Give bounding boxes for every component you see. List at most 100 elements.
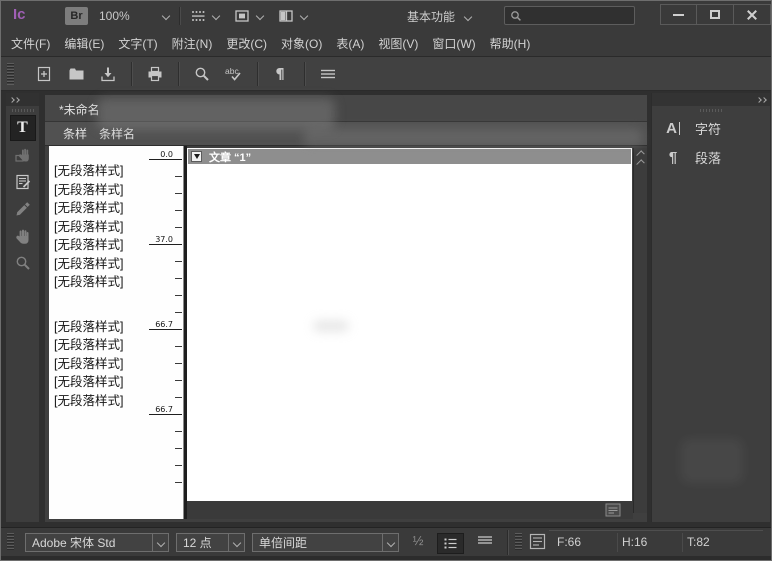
minimize-button[interactable] — [660, 4, 697, 25]
view-tab-bar: 条样条样名 — [45, 122, 647, 146]
story-title: 文章 “1” — [209, 149, 251, 165]
minimize-icon — [673, 14, 684, 16]
count-field: T:82 — [683, 533, 748, 552]
document-tab[interactable]: *未命名 — [59, 101, 100, 118]
collapse-dock-icon — [757, 98, 766, 102]
window-controls — [660, 4, 771, 25]
character-panel-label: 字符 — [695, 119, 721, 138]
statusbar-menu-button[interactable] — [475, 533, 495, 547]
right-panel-grip[interactable] — [700, 109, 722, 112]
screen-mode-icon — [233, 7, 251, 25]
close-button[interactable] — [734, 4, 771, 25]
position-tool-button[interactable] — [6, 141, 39, 168]
ruler-minor-tick — [175, 261, 182, 262]
workspace-switcher[interactable]: 基本功能 — [407, 8, 471, 25]
new-document-button[interactable] — [30, 60, 58, 88]
paragraph-panel-label: 段落 — [695, 148, 721, 167]
toolbar-separator — [131, 62, 132, 86]
story-editor-area[interactable]: 文章 “1” — [187, 148, 632, 501]
vertical-scrollbar[interactable] — [633, 148, 647, 513]
statusbar-grip[interactable] — [515, 533, 522, 551]
spell-check-icon: abc — [224, 65, 244, 83]
paragraph-style-column: [无段落样式][无段落样式][无段落样式][无段落样式][无段落样式][无段落样… — [49, 146, 184, 519]
menu-item[interactable]: 编辑(E) — [64, 35, 104, 52]
view-tab[interactable]: 条样名 — [99, 125, 135, 142]
spell-check-button[interactable]: abc — [220, 60, 248, 88]
toolbar-menu-button[interactable] — [314, 60, 342, 88]
maximize-button[interactable] — [697, 4, 734, 25]
save-button[interactable] — [94, 60, 122, 88]
count-field: F:66 — [553, 533, 618, 552]
font-family-select[interactable]: Adobe 宋体 Std — [25, 533, 169, 552]
menu-icon — [319, 65, 337, 83]
ruler-minor-tick — [175, 397, 182, 398]
ruler-tick-label: 37.0 — [155, 235, 173, 244]
galley-info-toggle-button[interactable] — [437, 533, 464, 554]
type-tool-button[interactable]: T — [6, 114, 39, 141]
close-icon — [746, 9, 758, 21]
menu-item[interactable]: 表(A) — [336, 35, 364, 52]
character-panel-tab[interactable]: A 字符 — [652, 114, 770, 143]
ruler-major-tick: 66.7 — [149, 329, 182, 330]
ruler-minor-tick — [175, 346, 182, 347]
counts-field-line — [549, 530, 763, 531]
chevron-down-icon — [382, 534, 398, 551]
layout-view-jump-icon[interactable] — [605, 503, 621, 517]
zoom-icon — [193, 65, 211, 83]
menu-item[interactable]: 帮助(H) — [490, 35, 531, 52]
eyedropper-tool-icon — [14, 200, 32, 218]
menu-item[interactable]: 文件(F) — [11, 35, 50, 52]
arrange-documents-dropdown[interactable] — [277, 6, 307, 26]
view-options-dropdown[interactable] — [189, 6, 219, 26]
menu-item[interactable]: 视图(V) — [378, 35, 418, 52]
ruler-major-tick: 66.7 — [149, 414, 182, 415]
titlebar: Ic Br 100% — [1, 1, 771, 31]
chevron-down-icon — [228, 534, 244, 551]
font-size-select[interactable]: 12 点 — [176, 533, 245, 552]
document-bottom-strip — [187, 501, 633, 519]
incopy-logo: Ic — [13, 6, 26, 23]
ruler-minor-tick — [175, 465, 182, 466]
menu-item[interactable]: 对象(O) — [281, 35, 322, 52]
chevron-down-icon — [162, 12, 170, 20]
menu-item[interactable]: 更改(C) — [226, 35, 267, 52]
hand-tool-button[interactable] — [6, 222, 39, 249]
leading-value: 单倍间距 — [253, 534, 382, 551]
print-button[interactable] — [141, 60, 169, 88]
type-tool-icon: T — [17, 120, 28, 136]
font-size-value: 12 点 — [177, 534, 228, 551]
menu-item[interactable]: 文字(T) — [118, 35, 157, 52]
note-tool-button[interactable] — [6, 168, 39, 195]
ruler-minor-tick — [175, 380, 182, 381]
toolbar-grip[interactable] — [7, 63, 14, 85]
leading-select[interactable]: 单倍间距 — [252, 533, 399, 552]
show-hidden-characters-button[interactable] — [267, 60, 295, 88]
line-numbers-button[interactable]: ½ — [409, 533, 427, 548]
zoom-button[interactable] — [188, 60, 216, 88]
paragraph-panel-tab[interactable]: ¶ 段落 — [652, 143, 770, 172]
character-icon: A — [662, 121, 684, 136]
bridge-button[interactable]: Br — [65, 7, 88, 25]
statusbar-grip[interactable] — [7, 533, 14, 551]
menubar: 文件(F) 编辑(E) 文字(T) 附注(N) 更改(C) 对象(O) 表(A) 视图(V) 窗… — [1, 31, 771, 57]
ruler-minor-tick — [175, 193, 182, 194]
zoom-level-value: 100% — [99, 9, 130, 23]
open-folder-button[interactable] — [62, 60, 90, 88]
chevron-down-icon — [464, 12, 472, 20]
window-bottom-edge — [1, 556, 771, 561]
tools-panel-header[interactable] — [6, 93, 39, 106]
zoom-tool-button[interactable] — [6, 249, 39, 276]
search-input[interactable] — [526, 9, 629, 23]
workspace-switcher-label: 基本功能 — [407, 8, 455, 25]
collapse-story-button[interactable] — [191, 151, 202, 162]
eyedropper-tool-button[interactable] — [6, 195, 39, 222]
menu-item[interactable]: 附注(N) — [172, 35, 213, 52]
right-panel-header[interactable] — [652, 93, 770, 106]
word-count-button[interactable] — [529, 533, 546, 550]
tools-panel-grip[interactable] — [12, 109, 34, 112]
screen-mode-dropdown[interactable] — [233, 6, 263, 26]
view-tab[interactable]: 条样 — [63, 125, 87, 142]
ruler-minor-tick — [175, 482, 182, 483]
menu-item[interactable]: 窗口(W) — [432, 35, 475, 52]
zoom-level-dropdown[interactable]: 100% — [99, 7, 169, 25]
